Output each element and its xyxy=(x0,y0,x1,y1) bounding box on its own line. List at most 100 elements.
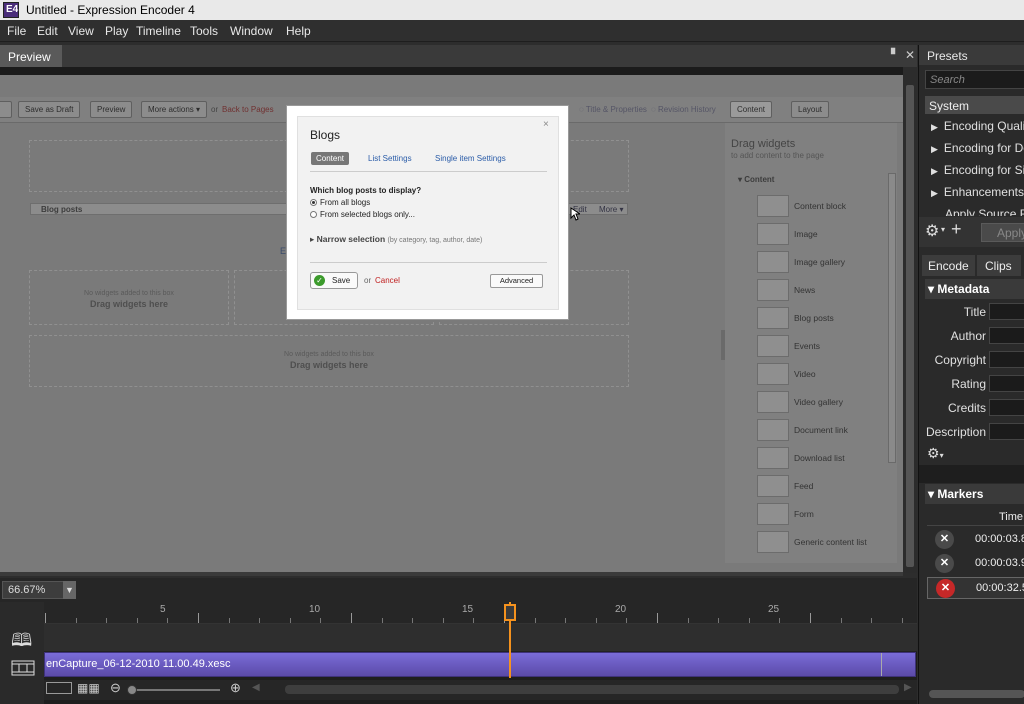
metadata-description-field[interactable] xyxy=(989,423,1024,440)
marker-row[interactable]: ✕ 00:00:03.9 xyxy=(927,553,1024,575)
timeline-scrollbar[interactable] xyxy=(285,685,899,694)
narrow-selection-toggle[interactable]: ▸ Narrow selection (by category, tag, au… xyxy=(310,234,482,245)
tab-clips[interactable]: Clips xyxy=(977,255,1021,276)
preset-encoding-for-silverlight[interactable]: ▶ Encoding for Si xyxy=(925,163,1024,177)
radio-selected-blogs[interactable] xyxy=(310,211,317,218)
preview-vertical-scrollbar[interactable] xyxy=(903,67,917,573)
book-icon[interactable]: 🕮 xyxy=(11,628,32,658)
preset-apply-source[interactable]: Apply Source Fr xyxy=(925,207,1024,216)
preview-horizontal-scrollbar[interactable] xyxy=(0,572,903,576)
dialog-close-icon[interactable]: × xyxy=(543,119,549,130)
system-group-header[interactable]: System xyxy=(925,96,1024,114)
metadata-rating-field[interactable] xyxy=(989,375,1024,392)
zoom-in-icon[interactable]: ⊕ xyxy=(230,680,241,696)
title-properties-link[interactable]: ◌ Title & Properties xyxy=(579,105,647,114)
scroll-thumb[interactable] xyxy=(906,85,914,567)
zoom-slider[interactable] xyxy=(128,689,220,691)
menu-tools[interactable]: Tools xyxy=(190,24,218,38)
scroll-left-icon[interactable]: ◀ xyxy=(252,682,260,693)
widget-events[interactable]: Events xyxy=(757,335,897,357)
widget-image[interactable]: Image xyxy=(757,223,897,245)
zoom-select[interactable]: 66.67% ▼ xyxy=(2,581,76,599)
chevron-down-icon[interactable]: ▾ xyxy=(941,225,945,234)
scroll-right-icon[interactable]: ▶ xyxy=(904,682,912,693)
radio-all-blogs[interactable] xyxy=(310,199,317,206)
playhead-handle[interactable] xyxy=(504,604,517,621)
filmstrip-view-icon[interactable] xyxy=(46,682,72,694)
content-mode-button[interactable]: Content xyxy=(730,101,773,118)
close-icon[interactable]: ✕ xyxy=(905,48,915,62)
widget-video[interactable]: Video xyxy=(757,363,897,385)
layout-mode-button[interactable]: Layout xyxy=(791,101,830,118)
metadata-section-header[interactable]: ▾ Metadata xyxy=(925,279,1024,299)
menu-view[interactable]: View xyxy=(68,24,94,38)
more-actions-button[interactable]: More actions ▾ xyxy=(141,101,208,118)
sidebar-section-content[interactable]: ▾ Content xyxy=(738,175,774,184)
widget-content-block[interactable]: Content block xyxy=(757,195,897,217)
marker-row[interactable]: ✕ 00:00:03.8 xyxy=(927,529,1024,551)
timeline-ruler[interactable]: 5 10 15 20 25 xyxy=(44,602,917,624)
widget-dropzone-1[interactable]: No widgets added to this box Drag widget… xyxy=(29,270,229,325)
save-button[interactable]: ✓ Save xyxy=(310,272,358,289)
widget-image-gallery[interactable]: Image gallery xyxy=(757,251,897,273)
widget-feed[interactable]: Feed xyxy=(757,475,897,497)
advanced-button[interactable]: Advanced xyxy=(490,274,543,288)
tab-encode[interactable]: Encode xyxy=(922,255,975,276)
add-preset-icon[interactable]: + xyxy=(951,219,962,240)
more-link[interactable]: More ▾ xyxy=(599,205,623,214)
widget-video-gallery[interactable]: Video gallery xyxy=(757,391,897,413)
tab-single-item-settings[interactable]: Single item Settings xyxy=(435,154,506,163)
widget-form[interactable]: Form xyxy=(757,503,897,525)
widget-generic-content-list[interactable]: Generic content list xyxy=(757,531,897,553)
metadata-copyright-field[interactable] xyxy=(989,351,1024,368)
zoom-slider-thumb[interactable] xyxy=(127,685,137,695)
thumbnail-view-icon[interactable]: ▦▦ xyxy=(77,681,100,695)
preset-encoding-quality[interactable]: ▶ Encoding Quali xyxy=(925,119,1024,133)
ruler-tick xyxy=(534,618,536,623)
zoom-out-icon[interactable]: ⊖ xyxy=(110,680,121,696)
delete-marker-icon[interactable]: ✕ xyxy=(935,530,954,549)
back-to-pages-link[interactable]: Back to Pages xyxy=(222,105,274,114)
right-panel-scrollbar[interactable] xyxy=(929,690,1024,698)
widget-news[interactable]: News xyxy=(757,279,897,301)
apply-button[interactable]: Apply xyxy=(981,223,1024,242)
tab-list-settings[interactable]: List Settings xyxy=(368,154,412,163)
delete-marker-icon[interactable]: ✕ xyxy=(936,579,955,598)
marker-track[interactable] xyxy=(44,624,917,652)
widget-blog-posts[interactable]: Blog posts xyxy=(757,307,897,329)
delete-marker-icon[interactable]: ✕ xyxy=(935,554,954,573)
menu-timeline[interactable]: Timeline xyxy=(136,24,181,38)
marker-row-selected[interactable]: ✕ 00:00:32.5 xyxy=(927,577,1024,599)
menu-help[interactable]: Help xyxy=(286,24,311,38)
gear-icon[interactable]: ⚙ xyxy=(925,221,939,241)
preset-enhancements[interactable]: ▶ Enhancements xyxy=(925,185,1024,199)
widget-dropzone-bottom[interactable]: No widgets added to this box Drag widget… xyxy=(29,335,629,387)
save-draft-button[interactable]: Save as Draft xyxy=(18,101,81,118)
preset-encoding-for-devices[interactable]: ▶ Encoding for De xyxy=(925,141,1024,155)
tab-content[interactable]: Content xyxy=(311,152,350,165)
markers-section-header[interactable]: ▾ Markers xyxy=(925,484,1024,504)
pin-icon[interactable]: ▘ xyxy=(891,48,899,61)
metadata-title-field[interactable] xyxy=(989,303,1024,320)
chevron-down-icon[interactable]: ▼ xyxy=(63,581,76,599)
tab-preview[interactable]: Preview xyxy=(0,45,62,67)
clip-end-marker[interactable] xyxy=(881,653,882,676)
revision-history-link[interactable]: ◌ Revision History xyxy=(651,105,716,114)
menu-window[interactable]: Window xyxy=(230,24,273,38)
menu-edit[interactable]: Edit xyxy=(37,24,58,38)
presets-search-input[interactable]: Search xyxy=(925,70,1024,89)
film-strip-icon[interactable] xyxy=(11,660,35,676)
hidden-button[interactable] xyxy=(0,101,13,118)
metadata-author-field[interactable] xyxy=(989,327,1024,344)
menu-file[interactable]: File xyxy=(7,24,26,38)
metadata-credits-label: Credits xyxy=(947,401,986,415)
widget-document-link[interactable]: Document link xyxy=(757,419,897,441)
menu-play[interactable]: Play xyxy=(105,24,128,38)
widget-download-list[interactable]: Download list xyxy=(757,447,897,469)
metadata-credits-field[interactable] xyxy=(989,399,1024,416)
preview-button[interactable]: Preview xyxy=(90,101,133,118)
cancel-link[interactable]: Cancel xyxy=(375,276,400,285)
timeline-clip[interactable]: enCapture_06-12-2010 11.00.49.xesc xyxy=(44,652,916,677)
metadata-gear-icon[interactable]: ⚙▾ xyxy=(927,445,944,462)
metadata-copyright-label: Copyright xyxy=(934,353,986,367)
